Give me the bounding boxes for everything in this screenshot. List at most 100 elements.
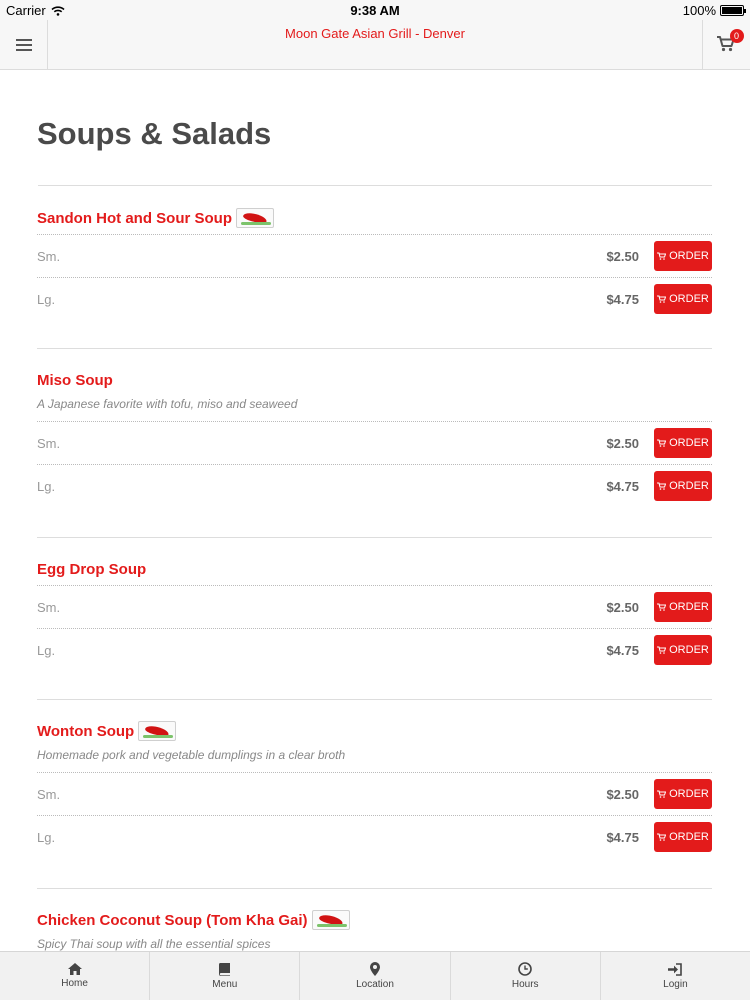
price: $4.75: [606, 479, 639, 494]
tab-menu[interactable]: Menu: [150, 952, 301, 1000]
menu-item: Wonton Soup Homemade pork and vegetable …: [37, 719, 712, 858]
menu-content[interactable]: Soups & Salads Sandon Hot and Sour Soup …: [0, 71, 750, 951]
size-label: Sm.: [37, 249, 61, 264]
menu-item-description: A Japanese favorite with tofu, miso and …: [37, 397, 298, 411]
divider: [38, 185, 712, 186]
battery-icon: [720, 5, 746, 16]
cart-icon: [657, 646, 667, 654]
price: $4.75: [606, 830, 639, 845]
order-button[interactable]: ORDER: [654, 241, 712, 271]
status-bar: Carrier 9:38 AM 100%: [0, 0, 750, 20]
restaurant-title: Moon Gate Asian Grill - Denver: [285, 26, 465, 41]
cart-icon: [657, 482, 667, 490]
menu-item-name-text: Miso Soup: [37, 371, 113, 389]
divider: [37, 537, 712, 538]
tab-label: Menu: [212, 978, 238, 990]
login-icon: [668, 962, 683, 976]
divider: [37, 348, 712, 349]
menu-item-description: Spicy Thai soup with all the essential s…: [37, 937, 271, 951]
menu-item-name-text: Sandon Hot and Sour Soup: [37, 209, 232, 227]
size-label: Sm.: [37, 436, 61, 451]
battery-percent: 100%: [682, 3, 716, 18]
tab-label: Hours: [511, 979, 539, 990]
tab-location[interactable]: Location: [300, 952, 451, 1000]
order-button-label: ORDER: [669, 601, 709, 613]
tab-login[interactable]: Login: [601, 952, 750, 1000]
size-options: Sm. $2.50 ORDER Lg. $4.75 ORDER: [37, 234, 712, 320]
cart-icon: [657, 833, 667, 841]
spicy-pepper-icon: [311, 910, 350, 930]
menu-item: Chicken Coconut Soup (Tom Kha Gai) Spicy…: [37, 908, 712, 951]
menu-item-name[interactable]: Miso Soup: [37, 368, 712, 392]
size-options: Sm. $2.50 ORDER Lg. $4.75 ORDER: [37, 421, 712, 507]
spicy-pepper-icon: [236, 208, 274, 228]
size-row: Lg. $4.75 ORDER: [37, 628, 712, 671]
tab-hours[interactable]: Hours: [451, 952, 601, 1000]
size-label: Lg.: [37, 830, 56, 845]
menu-item-name[interactable]: Sandon Hot and Sour Soup: [37, 206, 712, 230]
menu-item-name-text: Chicken Coconut Soup (Tom Kha Gai): [37, 911, 308, 929]
divider: [37, 699, 712, 700]
divider: [37, 888, 712, 889]
size-row: Sm. $2.50 ORDER: [37, 421, 712, 464]
book-icon: [219, 962, 231, 976]
order-button-label: ORDER: [669, 788, 709, 800]
order-button[interactable]: ORDER: [654, 471, 712, 501]
menu-item-description: Homemade pork and vegetable dumplings in…: [37, 748, 346, 762]
home-icon: [67, 963, 82, 975]
order-button[interactable]: ORDER: [654, 635, 712, 665]
menu-item-name[interactable]: Wonton Soup: [37, 719, 712, 743]
menu-item-name-text: Egg Drop Soup: [37, 560, 147, 578]
map-pin-icon: [370, 962, 380, 976]
spicy-pepper-icon: [138, 721, 177, 741]
order-button-label: ORDER: [669, 250, 709, 262]
page-title: Soups & Salads: [37, 116, 272, 151]
cart-icon: [657, 790, 667, 798]
clock: 9:38 AM: [350, 3, 400, 18]
order-button-label: ORDER: [669, 480, 709, 492]
size-label: Lg.: [37, 479, 56, 494]
size-row: Lg. $4.75 ORDER: [37, 815, 712, 858]
cart-count-badge: 0: [729, 29, 744, 43]
menu-item: Sandon Hot and Sour Soup Sm. $2.50 ORDER…: [37, 206, 712, 320]
bottom-tab-bar: Home Menu Location Hours Login: [0, 951, 750, 1000]
price: $2.50: [606, 600, 639, 615]
menu-item-name[interactable]: Egg Drop Soup: [37, 557, 712, 581]
order-button[interactable]: ORDER: [654, 428, 712, 458]
menu-item-name[interactable]: Chicken Coconut Soup (Tom Kha Gai): [37, 908, 712, 932]
size-row: Sm. $2.50 ORDER: [37, 585, 712, 628]
price: $2.50: [606, 787, 639, 802]
size-label: Lg.: [37, 643, 56, 658]
cart-icon: [657, 252, 667, 260]
price: $2.50: [606, 249, 639, 264]
order-button[interactable]: ORDER: [654, 284, 712, 314]
battery-indicator: 100%: [682, 3, 746, 18]
tab-label: Location: [356, 979, 394, 990]
order-button[interactable]: ORDER: [654, 779, 712, 809]
menu-item: Egg Drop Soup Sm. $2.50 ORDER Lg. $4.75 …: [37, 557, 712, 671]
tab-home[interactable]: Home: [0, 952, 151, 1000]
order-button-label: ORDER: [669, 293, 709, 305]
size-label: Sm.: [37, 600, 61, 615]
cart-icon: [657, 603, 667, 611]
cart-icon: [657, 295, 667, 303]
order-button[interactable]: ORDER: [654, 592, 712, 622]
size-row: Sm. $2.50 ORDER: [37, 772, 712, 815]
cart-button[interactable]: 0: [702, 20, 750, 70]
tab-label: Home: [61, 978, 88, 989]
order-button-label: ORDER: [669, 437, 709, 449]
menu-item: Miso Soup A Japanese favorite with tofu,…: [37, 368, 712, 507]
order-button-label: ORDER: [669, 644, 709, 656]
size-label: Lg.: [37, 292, 56, 307]
price: $2.50: [606, 436, 639, 451]
menu-item-name-text: Wonton Soup: [37, 722, 135, 740]
size-options: Sm. $2.50 ORDER Lg. $4.75 ORDER: [37, 585, 712, 671]
cart-icon: [657, 439, 667, 447]
order-button-label: ORDER: [669, 831, 709, 843]
order-button[interactable]: ORDER: [654, 822, 712, 852]
size-row: Lg. $4.75 ORDER: [37, 464, 712, 507]
clock-icon: [518, 962, 533, 976]
app-header: Moon Gate Asian Grill - Denver 0: [0, 20, 750, 70]
size-options: Sm. $2.50 ORDER Lg. $4.75 ORDER: [37, 772, 712, 858]
size-row: Sm. $2.50 ORDER: [37, 234, 712, 277]
